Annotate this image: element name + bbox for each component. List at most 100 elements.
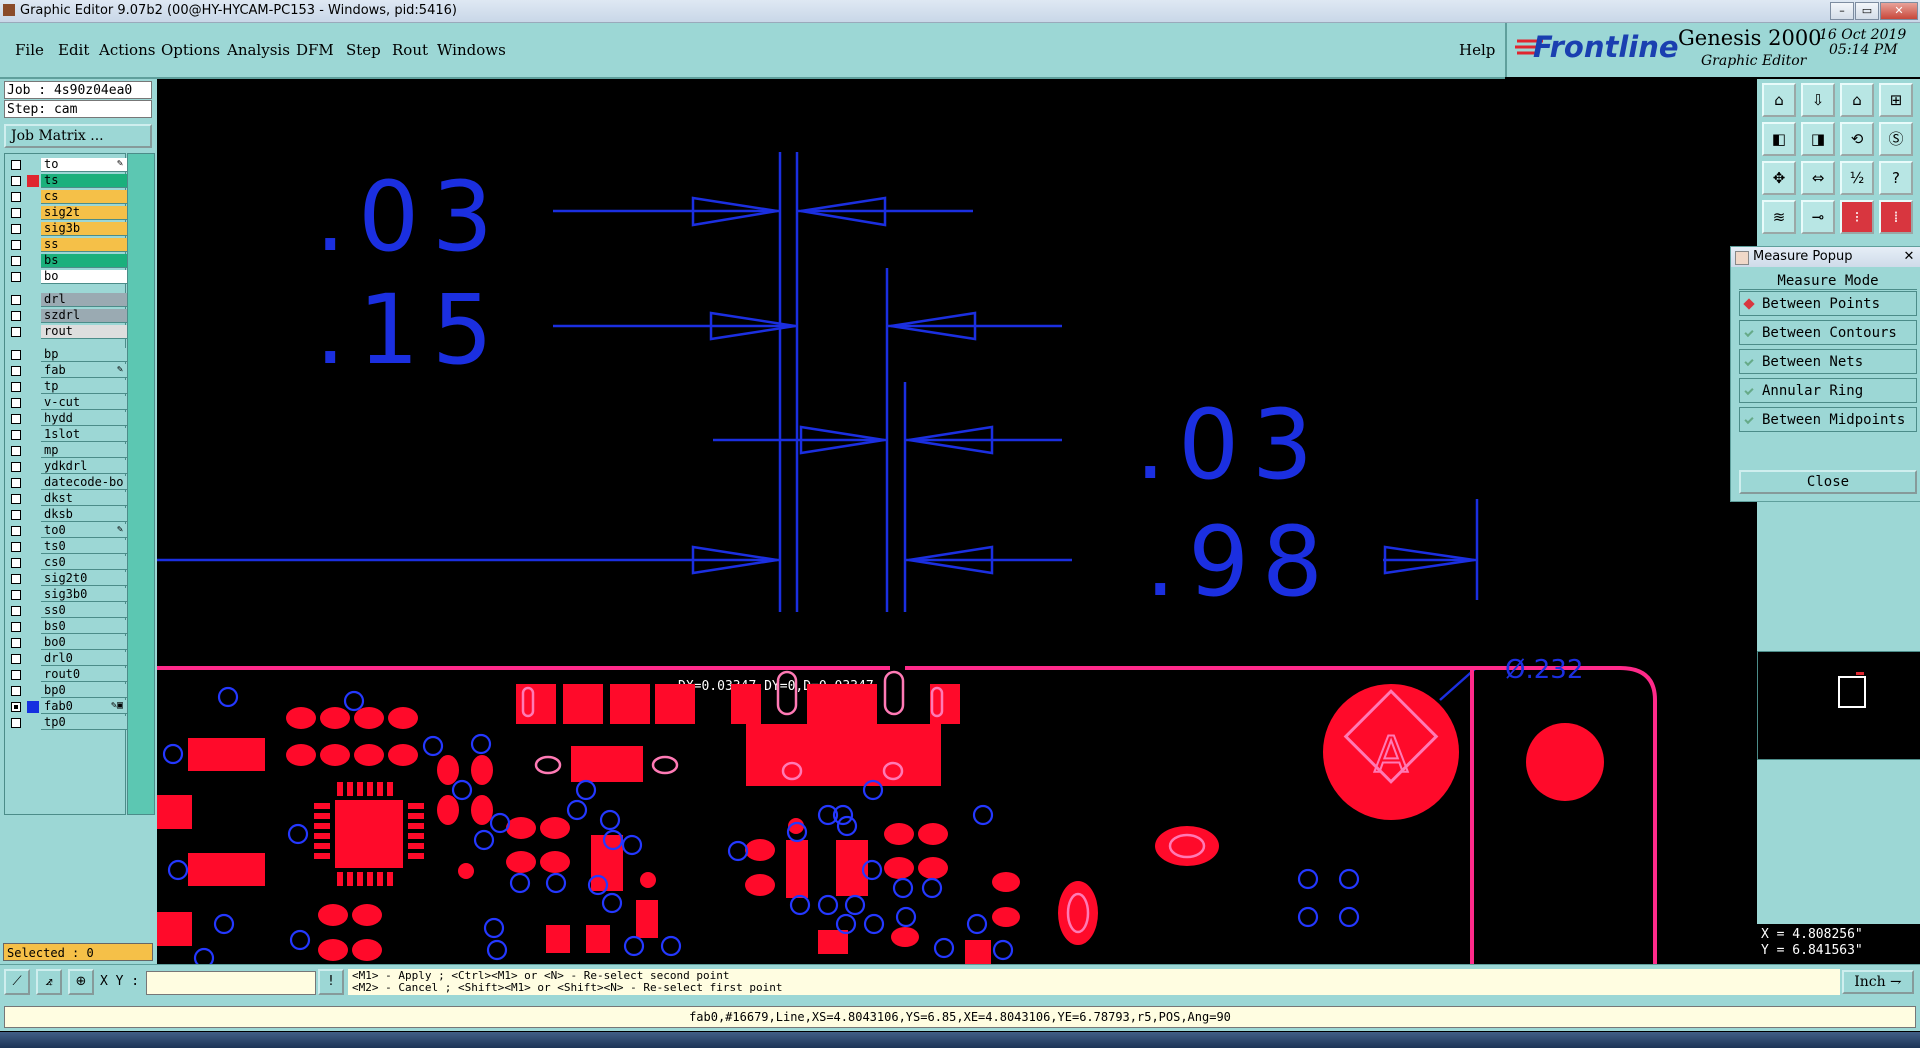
- layer-name[interactable]: ts: [41, 174, 127, 188]
- layer-row-hydd[interactable]: hydd: [5, 412, 127, 426]
- layer-name[interactable]: cs0: [41, 556, 127, 570]
- layer-checkbox[interactable]: [11, 478, 21, 488]
- zoom-out-icon[interactable]: ⇩: [1801, 83, 1835, 117]
- layer-row-ts[interactable]: ts: [5, 174, 127, 188]
- help-query-icon[interactable]: ?: [1879, 161, 1913, 195]
- layer-name[interactable]: sig2t0: [41, 572, 127, 586]
- menu-dfm[interactable]: DFM: [296, 41, 334, 59]
- layer-checkbox[interactable]: [11, 208, 21, 218]
- info-toggle-icon[interactable]: !: [318, 969, 344, 995]
- menu-actions[interactable]: Actions: [99, 41, 155, 59]
- mirror-icon[interactable]: ⟲: [1840, 122, 1874, 156]
- layer-row-ss0[interactable]: ss0: [5, 604, 127, 618]
- layer-checkbox[interactable]: [11, 311, 21, 321]
- measure-option-between-points[interactable]: Between Points: [1739, 291, 1917, 316]
- measure-tool-icon[interactable]: ⊸: [1801, 200, 1835, 234]
- layer-checkbox[interactable]: [11, 654, 21, 664]
- minimize-button[interactable]: –: [1830, 2, 1854, 20]
- layer-checkbox[interactable]: [11, 446, 21, 456]
- grid-snap-icon[interactable]: ⊕: [68, 969, 94, 995]
- layer-name[interactable]: fab: [41, 364, 127, 378]
- net-highlight-icon[interactable]: ⁝: [1840, 200, 1874, 234]
- layer-checkbox[interactable]: [11, 702, 21, 712]
- grid-view-icon[interactable]: ⊞: [1879, 83, 1913, 117]
- layer-checkbox[interactable]: [11, 160, 21, 170]
- layer-name[interactable]: rout0: [41, 668, 127, 682]
- layer-row-to0[interactable]: to0 ✎: [5, 524, 127, 538]
- layer-checkbox[interactable]: [11, 574, 21, 584]
- layer-row-sig2t0[interactable]: sig2t0: [5, 572, 127, 586]
- layer-row-rout[interactable]: rout: [5, 325, 127, 339]
- layer-checkbox[interactable]: [11, 366, 21, 376]
- layer-name[interactable]: bp: [41, 348, 127, 362]
- layer-row-fab0[interactable]: fab0 ✎▣: [5, 700, 127, 714]
- home-view-icon[interactable]: ⌂: [1840, 83, 1874, 117]
- layer-name[interactable]: dkst: [41, 492, 127, 506]
- layer-row-szdrl[interactable]: szdrl: [5, 309, 127, 323]
- layer-compare-icon[interactable]: ⁞: [1879, 200, 1913, 234]
- layer-name[interactable]: ydkdrl: [41, 460, 127, 474]
- layer-name[interactable]: bo0: [41, 636, 127, 650]
- graphics-canvas[interactable]: .03 .15 .03 .98 Ø.232 DX=0.03347,DY=0,D=…: [157, 79, 1757, 964]
- layer-name[interactable]: ss: [41, 238, 127, 252]
- unit-selector[interactable]: Inch ⇁: [1842, 970, 1914, 994]
- snap-mode-icon[interactable]: ⟋: [4, 969, 30, 995]
- layer-name[interactable]: szdrl: [41, 309, 127, 323]
- zoom-home-icon[interactable]: ⌂: [1762, 83, 1796, 117]
- layer-row-cs[interactable]: cs: [5, 190, 127, 204]
- layer-name[interactable]: bo: [41, 270, 127, 284]
- layer-name[interactable]: sig2t: [41, 206, 127, 220]
- layer-name[interactable]: 1slot: [41, 428, 127, 442]
- menu-edit[interactable]: Edit: [58, 41, 89, 59]
- menu-rout[interactable]: Rout: [392, 41, 428, 59]
- layer-checkbox[interactable]: [11, 176, 21, 186]
- layer-row-rout0[interactable]: rout0: [5, 668, 127, 682]
- layer-name[interactable]: hydd: [41, 412, 127, 426]
- layer-checkbox[interactable]: [11, 398, 21, 408]
- layer-row-bp0[interactable]: bp0: [5, 684, 127, 698]
- layer-row-bo0[interactable]: bo0: [5, 636, 127, 650]
- layer-checkbox[interactable]: [11, 240, 21, 250]
- layer-row-datecode-bo[interactable]: datecode-bo: [5, 476, 127, 490]
- xy-input[interactable]: [146, 971, 316, 995]
- layer-name[interactable]: drl: [41, 293, 127, 307]
- layer-checkbox[interactable]: [11, 590, 21, 600]
- layer-row-mp[interactable]: mp: [5, 444, 127, 458]
- layer-name[interactable]: cs: [41, 190, 127, 204]
- overview-window[interactable]: [1757, 651, 1920, 760]
- snap-icon[interactable]: Ⓢ: [1879, 122, 1913, 156]
- layer-checkbox[interactable]: [11, 414, 21, 424]
- layer-row-sig2t[interactable]: sig2t: [5, 206, 127, 220]
- layer-checkbox[interactable]: [11, 686, 21, 696]
- layer-row-bp[interactable]: bp: [5, 348, 127, 362]
- layer-row-dkst[interactable]: dkst: [5, 492, 127, 506]
- layer-list-scrollbar[interactable]: [127, 153, 155, 815]
- pan-right-icon[interactable]: ◨: [1801, 122, 1835, 156]
- layer-checkbox[interactable]: [11, 606, 21, 616]
- layer-checkbox[interactable]: [11, 510, 21, 520]
- layer-checkbox[interactable]: [11, 462, 21, 472]
- layer-checkbox[interactable]: [11, 224, 21, 234]
- menu-help[interactable]: Help: [1459, 41, 1495, 59]
- menu-step[interactable]: Step: [346, 41, 381, 59]
- layer-name[interactable]: ts0: [41, 540, 127, 554]
- job-matrix-button[interactable]: Job Matrix ...: [4, 124, 152, 148]
- layer-name[interactable]: to: [41, 158, 127, 172]
- layer-name[interactable]: mp: [41, 444, 127, 458]
- layer-row-bo[interactable]: bo: [5, 270, 127, 284]
- layer-row-to[interactable]: to ✎: [5, 158, 127, 172]
- layer-row-v-cut[interactable]: v-cut: [5, 396, 127, 410]
- layer-name[interactable]: bs: [41, 254, 127, 268]
- layer-row-bs[interactable]: bs: [5, 254, 127, 268]
- layer-name[interactable]: bp0: [41, 684, 127, 698]
- layer-row-cs0[interactable]: cs0: [5, 556, 127, 570]
- layer-row-ss[interactable]: ss: [5, 238, 127, 252]
- feature-info-icon[interactable]: ≋: [1762, 200, 1796, 234]
- layer-row-ts0[interactable]: ts0: [5, 540, 127, 554]
- layer-checkbox[interactable]: [11, 192, 21, 202]
- measure-option-between-contours[interactable]: Between Contours: [1739, 320, 1917, 345]
- layer-checkbox[interactable]: [11, 526, 21, 536]
- fit-screen-icon[interactable]: ✥: [1762, 161, 1796, 195]
- angle-snap-icon[interactable]: ⦨: [36, 969, 62, 995]
- layer-checkbox[interactable]: [11, 350, 21, 360]
